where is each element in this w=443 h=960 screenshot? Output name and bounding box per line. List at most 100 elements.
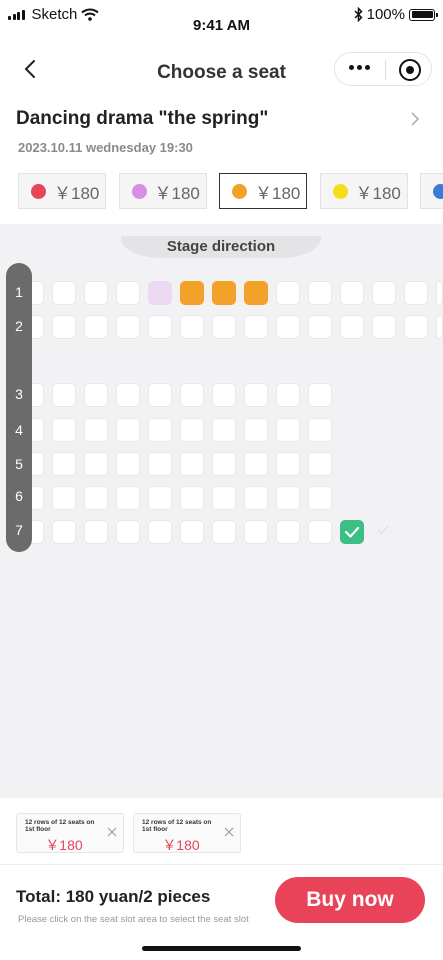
seat[interactable] (84, 315, 108, 339)
seat[interactable] (84, 520, 108, 544)
status-right: 100% (354, 6, 438, 23)
seat[interactable] (84, 383, 108, 407)
seat[interactable] (212, 520, 236, 544)
seat[interactable] (276, 315, 300, 339)
seat-orange[interactable] (180, 281, 204, 305)
seat[interactable] (52, 418, 76, 442)
seat[interactable] (308, 315, 332, 339)
remove-ticket-icon[interactable] (107, 827, 117, 837)
battery-icon (409, 8, 438, 21)
seat[interactable] (372, 315, 396, 339)
seat-orange[interactable] (212, 281, 236, 305)
seat[interactable] (148, 486, 172, 510)
seat[interactable] (308, 383, 332, 407)
seat[interactable] (212, 486, 236, 510)
seat[interactable] (148, 452, 172, 476)
seat-selected[interactable] (340, 520, 364, 544)
seat[interactable] (116, 418, 140, 442)
close-target-icon[interactable] (399, 59, 421, 81)
seat[interactable] (340, 281, 364, 305)
seat[interactable] (244, 383, 268, 407)
remove-ticket-icon[interactable] (224, 827, 234, 837)
seat[interactable] (340, 315, 364, 339)
seat[interactable] (212, 418, 236, 442)
seat[interactable] (308, 452, 332, 476)
seat[interactable] (116, 281, 140, 305)
seat[interactable] (84, 418, 108, 442)
seat[interactable] (308, 520, 332, 544)
seat[interactable] (180, 520, 204, 544)
chevron-right-icon[interactable] (409, 110, 421, 128)
price-color-dot (433, 183, 443, 199)
seat[interactable] (308, 486, 332, 510)
seat[interactable] (212, 452, 236, 476)
seat[interactable] (180, 383, 204, 407)
seat[interactable] (84, 281, 108, 305)
seat[interactable] (276, 418, 300, 442)
seat[interactable] (148, 520, 172, 544)
seat[interactable] (148, 418, 172, 442)
seat[interactable] (436, 281, 443, 305)
seat[interactable] (52, 486, 76, 510)
seat[interactable] (244, 486, 268, 510)
seat[interactable] (276, 486, 300, 510)
seat[interactable] (116, 315, 140, 339)
more-icon[interactable] (349, 65, 370, 70)
seat[interactable] (276, 281, 300, 305)
seat[interactable] (180, 452, 204, 476)
price-tier-label: ￥180 (355, 183, 401, 203)
seat[interactable] (276, 452, 300, 476)
seat[interactable] (308, 281, 332, 305)
seat[interactable] (372, 281, 396, 305)
seat[interactable] (436, 315, 443, 339)
seat[interactable] (148, 383, 172, 407)
seat[interactable] (52, 452, 76, 476)
seat[interactable] (244, 315, 268, 339)
seat[interactable] (276, 520, 300, 544)
seat[interactable] (116, 452, 140, 476)
price-tier-chip[interactable]: ￥180 (319, 173, 408, 209)
price-tier-chip[interactable]: ￥180 (420, 173, 443, 209)
ticket-description: 12 rows of 12 seats on 1st floor (25, 819, 95, 833)
seat[interactable] (180, 418, 204, 442)
price-color-dot (31, 183, 46, 199)
seat[interactable] (180, 315, 204, 339)
ticket-price: ￥180 (162, 837, 200, 853)
seat[interactable] (244, 452, 268, 476)
price-color-dot (332, 183, 348, 199)
price-tier-list: ￥180 ￥180 ￥180 ￥180 ￥180 (18, 173, 443, 209)
seat[interactable] (52, 315, 76, 339)
seat[interactable] (308, 418, 332, 442)
seat[interactable] (212, 315, 236, 339)
seat[interactable] (244, 520, 268, 544)
seat[interactable] (52, 281, 76, 305)
seat[interactable] (404, 281, 428, 305)
show-title[interactable]: Dancing drama "the spring" (16, 108, 268, 130)
seat-orange[interactable] (244, 281, 268, 305)
seat[interactable] (212, 383, 236, 407)
seat[interactable] (244, 418, 268, 442)
seat[interactable] (276, 383, 300, 407)
selected-ticket: 12 rows of 12 seats on 1st floor ￥180 (133, 813, 241, 853)
home-indicator (142, 946, 301, 951)
row-number: 6 (15, 488, 23, 504)
price-tier-chip[interactable]: ￥180 (18, 173, 106, 209)
seat[interactable] (84, 452, 108, 476)
row-number-bar: 1 2 3 4 5 6 7 (6, 263, 32, 552)
seat[interactable] (116, 486, 140, 510)
check-icon (344, 526, 360, 538)
price-tier-label: ￥180 (255, 183, 301, 203)
price-tier-chip[interactable]: ￥180 (118, 173, 207, 209)
seat[interactable] (404, 315, 428, 339)
seat[interactable] (180, 486, 204, 510)
seat[interactable] (116, 520, 140, 544)
seat[interactable] (148, 315, 172, 339)
seat[interactable] (52, 383, 76, 407)
seat[interactable] (52, 520, 76, 544)
show-datetime: 2023.10.11 wednesday 19:30 (18, 140, 193, 155)
buy-now-button[interactable]: Buy now (275, 877, 425, 923)
price-tier-chip[interactable]: ￥180 (219, 173, 307, 209)
seat-lilac[interactable] (148, 281, 172, 305)
seat[interactable] (84, 486, 108, 510)
seat[interactable] (116, 383, 140, 407)
